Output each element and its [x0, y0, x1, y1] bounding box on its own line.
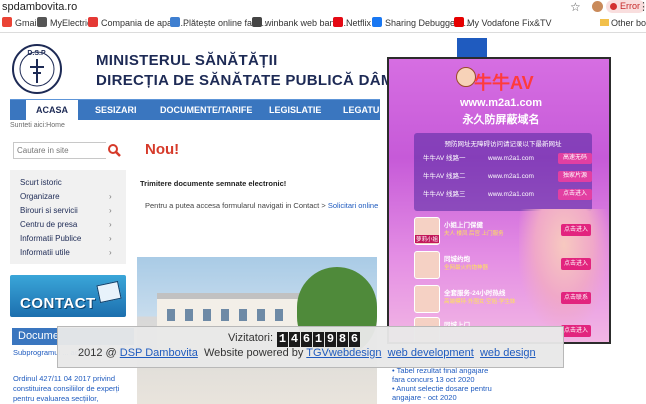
visitors-label: Vizitatori:: [228, 332, 274, 344]
menu-birouri-servicii[interactable]: Birouri si servicii: [20, 206, 78, 215]
menu-informatii-utile[interactable]: Informatii utile: [20, 248, 70, 257]
vodafone-icon: [454, 17, 464, 27]
globe-icon: [252, 17, 262, 27]
search-icon[interactable]: [106, 142, 122, 159]
gmail-icon: [2, 17, 12, 27]
new-heading: Nou!: [145, 141, 180, 158]
chevron-right-icon: ›: [109, 192, 112, 201]
contact-banner[interactable]: CONTACT: [10, 275, 126, 317]
ad-row-button[interactable]: 点击进入: [558, 189, 592, 200]
bookmarks-bar: Gmail MyElectrica Compania de apa B... P…: [0, 14, 646, 33]
counter-digit: 6: [301, 332, 312, 347]
counter-digit: 1: [313, 332, 324, 347]
web-design-link[interactable]: web design: [480, 347, 536, 359]
ad-list-item[interactable]: 萝莉小姐 小姐上门保健 夫人 楼凤 后宫 上门服务 点击进入: [414, 217, 594, 245]
menu-organizare[interactable]: Organizare: [20, 192, 60, 201]
county-crest-icon: [457, 38, 487, 58]
main-nav: ACASA SESIZARI DOCUMENTE/TARIFE LEGISLAT…: [10, 99, 397, 120]
cow-mascot-icon: [456, 67, 476, 87]
overlay-ad[interactable]: 牛牛AV www.m2a1.com 永久防屏蔽域名 预防网址无障碍访问请记录以下…: [387, 57, 611, 344]
chevron-right-icon: ›: [109, 234, 112, 243]
dsp-logo: D.S.P.: [12, 44, 62, 94]
visitor-counter: 1461986: [277, 329, 361, 347]
nav-documente-tarife[interactable]: DOCUMENTE/TARIFE: [160, 100, 252, 120]
envelope-icon: [96, 280, 122, 304]
menu-informatii-publice[interactable]: Informatii Publice: [20, 234, 81, 243]
nav-acasa[interactable]: ACASA: [26, 100, 79, 120]
right-news-item[interactable]: • Tabel rezultat final angajare fara con…: [392, 366, 502, 384]
url-text[interactable]: spdambovita.ro: [2, 0, 77, 14]
bookmark-netflix[interactable]: Netflix: [333, 17, 371, 29]
notice-text: Pentru a putea accesa formularul navigat…: [145, 201, 379, 210]
search-input[interactable]: [14, 143, 106, 158]
notice-title: Trimitere documente semnate electronic!: [140, 179, 287, 188]
ad-thumbnail: 萝莉小姐: [414, 217, 440, 245]
profile-avatar[interactable]: [592, 1, 603, 12]
menu-scurt-istoric[interactable]: Scurt istoric: [20, 178, 62, 187]
logo-text: D.S.P.: [27, 50, 46, 57]
chevron-right-icon: ›: [109, 206, 112, 215]
menu-centru-presa[interactable]: Centru de presa: [20, 220, 77, 229]
ad-item-button[interactable]: 点击联系: [561, 292, 591, 304]
web-development-link[interactable]: web development: [388, 347, 474, 359]
ad-item-button[interactable]: 点击进入: [561, 224, 591, 236]
bookmark-gmail[interactable]: Gmail: [2, 17, 39, 29]
ad-mirror-box: 预防网址无障碍访问请记录以下最新网址 牛牛AV 线路一 www.m2a1.com…: [414, 133, 592, 211]
dsp-dambovita-link[interactable]: DSP Dambovita: [120, 347, 198, 359]
counter-digit: 9: [325, 332, 336, 347]
nav-legislatie[interactable]: LEGISLATIE: [269, 100, 321, 120]
ad-item-button[interactable]: 点击进入: [561, 325, 591, 337]
other-bookmarks[interactable]: Other book: [600, 17, 646, 29]
address-bar: spdambovita.ro ☆ Error ⋮: [0, 0, 646, 14]
ad-mirror-row: 牛牛AV 线路一 www.m2a1.com 高速无码: [423, 153, 592, 165]
myelectrica-icon: [37, 17, 47, 27]
footer-bar: Vizitatori: 1461986 2012 @ DSP Dambovita…: [57, 326, 564, 368]
contact-label: CONTACT: [20, 295, 96, 312]
page-title-ministry: MINISTERUL SĂNĂTĂȚII: [96, 52, 278, 69]
ad-row-button[interactable]: 高速无码: [558, 153, 592, 164]
ad-slogan: 永久防屏蔽域名: [462, 114, 540, 126]
star-icon[interactable]: ☆: [570, 0, 581, 14]
ad-box-title: 预防网址无障碍访问请记录以下最新网址: [444, 141, 562, 148]
counter-digit: 4: [289, 332, 300, 347]
ad-brand: 牛牛AV: [474, 73, 534, 93]
footer-credits: 2012 @ DSP Dambovita Website powered by …: [78, 347, 536, 359]
ad-url[interactable]: www.m2a1.com: [389, 97, 609, 109]
ad-mirror-row: 牛牛AV 线路二 www.m2a1.com 独家片源: [423, 171, 592, 183]
bookmark-vodafone[interactable]: My Vodafone Fix&TV: [454, 17, 552, 29]
right-news-list: • Tabel rezultat final angajare fara con…: [392, 366, 502, 402]
chevron-right-icon: ›: [109, 220, 112, 229]
nav-sesizari[interactable]: SESIZARI: [95, 100, 137, 120]
ad-list-item[interactable]: 全套服务-24小时热线 高端模特·外围女·空姐·学生妹 点击联系: [414, 285, 594, 313]
facebook-icon: [372, 17, 382, 27]
counter-digit: 6: [349, 332, 360, 347]
water-company-icon: [88, 17, 98, 27]
news-link-ordinul[interactable]: Ordinul 427/11 04 2017 privind constitui…: [13, 374, 127, 404]
netflix-icon: [333, 17, 343, 27]
payment-icon: [170, 17, 180, 27]
counter-digit: 1: [277, 332, 288, 347]
ad-mirror-row: 牛牛AV 线路三 www.m2a1.com 点击进入: [423, 189, 592, 201]
ad-thumbnail: [414, 285, 440, 313]
solicitari-online-link[interactable]: Solicitari online: [328, 201, 378, 210]
counter-digit: 8: [337, 332, 348, 347]
chevron-right-icon: ›: [109, 248, 112, 257]
search-box: [13, 142, 107, 159]
ad-thumbnail: [414, 251, 440, 279]
ad-item-button[interactable]: 点击进入: [561, 258, 591, 270]
ad-row-button[interactable]: 独家片源: [558, 171, 592, 182]
left-menu: Scurt istoric Organizare › Birouri si se…: [10, 170, 126, 264]
folder-icon: [600, 19, 609, 26]
right-news-item[interactable]: • Anunt selectie dosare pentru angajare …: [392, 384, 502, 402]
ad-list-item[interactable]: 同城约炮 全网最火约炮神器 点击进入: [414, 251, 594, 279]
tgvwebdesign-link[interactable]: TGVwebdesign: [306, 347, 381, 359]
breadcrumb: Sunteti aici:Home: [10, 122, 65, 129]
kebab-menu-icon[interactable]: ⋮: [638, 0, 646, 14]
